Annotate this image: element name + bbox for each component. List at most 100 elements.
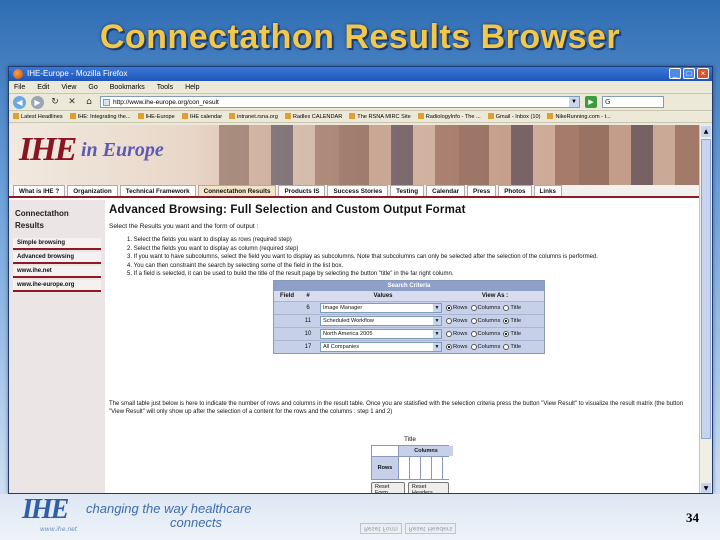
minimize-icon[interactable]: _ (669, 68, 681, 79)
view-as-options: Rows Columns Title (446, 318, 544, 324)
bookmark-item[interactable]: RadiologyInfo - The ... (418, 111, 481, 122)
view-as-title-radio[interactable]: Title (503, 305, 521, 311)
view-as-rows-radio[interactable]: Rows (446, 305, 468, 311)
view-as-options: Rows Columns Title (446, 305, 544, 311)
bookmark-item[interactable]: intranet.rsna.org (229, 111, 278, 122)
radio-label: Title (510, 305, 522, 311)
reload-icon[interactable]: ↻ (49, 96, 61, 108)
value-select[interactable]: All Companies ▼ (320, 342, 442, 352)
site-nav-tabs: What is IHE ? Organization Technical Frame… (9, 185, 701, 198)
view-as-rows-radio[interactable]: Rows (446, 318, 468, 324)
tab-links[interactable]: Links (533, 185, 562, 196)
bookmark-item[interactable]: IHE: Integrating the... (70, 111, 131, 122)
radio-icon (470, 331, 477, 337)
value-select[interactable]: Image Manager ▼ (320, 303, 442, 313)
tab-calendar[interactable]: Calendar (426, 185, 466, 196)
bookmark-item[interactable]: The RSNA MIRC Site (349, 111, 410, 122)
view-as-columns-radio[interactable]: Columns (470, 331, 500, 337)
radio-label: Columns (477, 305, 501, 311)
search-input[interactable]: G (602, 96, 664, 108)
bookmark-item[interactable]: Radlex CALENDAR (285, 111, 342, 122)
view-as-rows-radio[interactable]: Rows (446, 344, 468, 350)
grid-cell (443, 457, 453, 479)
view-as-columns-radio[interactable]: Columns (470, 305, 501, 311)
header-num: # (306, 293, 310, 299)
view-as-title-radio[interactable]: Title (503, 318, 521, 324)
step-item: 1. Select the fields you want to display… (127, 237, 292, 243)
result-grid: Columns Rows (371, 445, 453, 480)
bookmark-item[interactable]: Gmail - Inbox (10) (488, 111, 541, 122)
bookmark-item[interactable]: IHE calendar (182, 111, 222, 122)
radio-label: Columns (477, 344, 501, 350)
view-as-rows-radio[interactable]: Rows (446, 331, 468, 337)
menu-item-view[interactable]: View (61, 81, 76, 93)
bookmark-item[interactable]: Latest Headlines (13, 111, 63, 122)
menu-item-go[interactable]: Go (88, 81, 97, 93)
criteria-header-row: Field # Values View As : (274, 291, 544, 301)
radio-label: Columns (477, 318, 501, 324)
tab-testing[interactable]: Testing (390, 185, 425, 196)
url-dropdown-icon[interactable]: ▼ (569, 97, 579, 107)
home-icon[interactable]: ⌂ (83, 96, 95, 108)
field-number: 17 (304, 344, 312, 350)
tab-organization[interactable]: Organization (67, 185, 118, 196)
step-item: 4. You can then constraint the search by… (127, 262, 344, 269)
view-as-columns-radio[interactable]: Columns (470, 318, 501, 324)
value-select[interactable]: North America 2005 ▼ (320, 329, 442, 339)
scroll-up-icon[interactable]: ▲ (701, 126, 711, 137)
chevron-down-icon[interactable]: ▼ (433, 343, 441, 351)
search-criteria-table: Search Criteria Field # Values View As :… (273, 280, 545, 354)
vertical-scrollbar[interactable]: ▲ ▼ (699, 125, 712, 493)
scroll-down-icon[interactable]: ▼ (701, 483, 711, 493)
menu-item-tools[interactable]: Tools (157, 81, 173, 93)
tab-products-is[interactable]: Products IS (278, 185, 326, 196)
tab-success-stories[interactable]: Success Stories (327, 185, 389, 196)
forward-icon[interactable]: ▶ (31, 95, 44, 109)
selected-value: All Companies (323, 344, 360, 350)
chevron-down-icon[interactable]: ▼ (433, 317, 441, 325)
tab-photos[interactable]: Photos (498, 185, 532, 196)
view-as-columns-radio[interactable]: Columns (470, 344, 501, 350)
reset-headers-button[interactable]: Reset Headers (407, 482, 449, 493)
radio-icon (503, 331, 510, 337)
tab-what-is-ihe[interactable]: What is IHE ? (13, 185, 66, 196)
slide-footer: IHE changing the way healthcare connects… (0, 494, 720, 540)
grid-corner (372, 446, 398, 456)
site-banner: IHE in Europe (9, 125, 701, 185)
menu-item-help[interactable]: Help (185, 81, 199, 93)
sidebar-item-ihe-net[interactable]: www.ihe.net (13, 266, 101, 278)
value-select[interactable]: Scheduled Workflow ▼ (320, 316, 442, 326)
view-as-title-radio[interactable]: Title (503, 331, 521, 337)
close-icon[interactable]: × (697, 68, 709, 79)
bookmark-item[interactable]: IHE-Europe (138, 111, 175, 122)
url-bar[interactable]: http://www.ihe-europe.org/con_result ▼ (100, 96, 580, 108)
maximize-icon[interactable]: □ (683, 68, 695, 79)
tab-connectathon-results[interactable]: Connectathon Results (197, 185, 277, 196)
site-logo[interactable]: IHE (19, 131, 77, 169)
tab-technical-framework[interactable]: Technical Framework (119, 185, 196, 196)
stop-icon[interactable]: ✕ (66, 96, 78, 108)
tab-press[interactable]: Press (467, 185, 497, 196)
radio-icon (503, 305, 510, 311)
menu-bar: File Edit View Go Bookmarks Tools Help (9, 81, 712, 94)
bookmark-item[interactable]: NikeRunning.com - t... (547, 111, 610, 122)
chevron-down-icon[interactable]: ▼ (433, 330, 441, 338)
chevron-down-icon[interactable]: ▼ (433, 304, 441, 312)
menu-item-edit[interactable]: Edit (37, 81, 49, 93)
radio-label: Rows (453, 344, 468, 350)
window-titlebar: IHE-Europe - Mozilla Firefox _ □ × (9, 67, 712, 81)
menu-item-bookmarks[interactable]: Bookmarks (110, 81, 145, 93)
sidebar-item-ihe-europe[interactable]: www.ihe-europe.org (13, 280, 101, 292)
back-icon[interactable]: ◀ (13, 95, 26, 109)
sidebar-item-advanced-browsing[interactable]: Advanced browsing (13, 252, 101, 264)
value-cell: North America 2005 ▼ (316, 329, 446, 339)
reset-form-button[interactable]: Reset Form (371, 482, 405, 493)
sidebar-item-simple-browsing[interactable]: Simple browsing (13, 238, 101, 250)
go-button[interactable]: ▶ (585, 96, 597, 108)
view-as-title-radio[interactable]: Title (503, 344, 521, 350)
result-size-table: Title Columns Rows Reset Form Reset Head… (371, 436, 453, 493)
scrollbar-thumb[interactable] (701, 139, 711, 439)
radio-icon (446, 318, 452, 324)
bookmarks-toolbar: Latest Headlines IHE: Integrating the... I… (9, 111, 712, 123)
menu-item-file[interactable]: File (14, 81, 25, 93)
